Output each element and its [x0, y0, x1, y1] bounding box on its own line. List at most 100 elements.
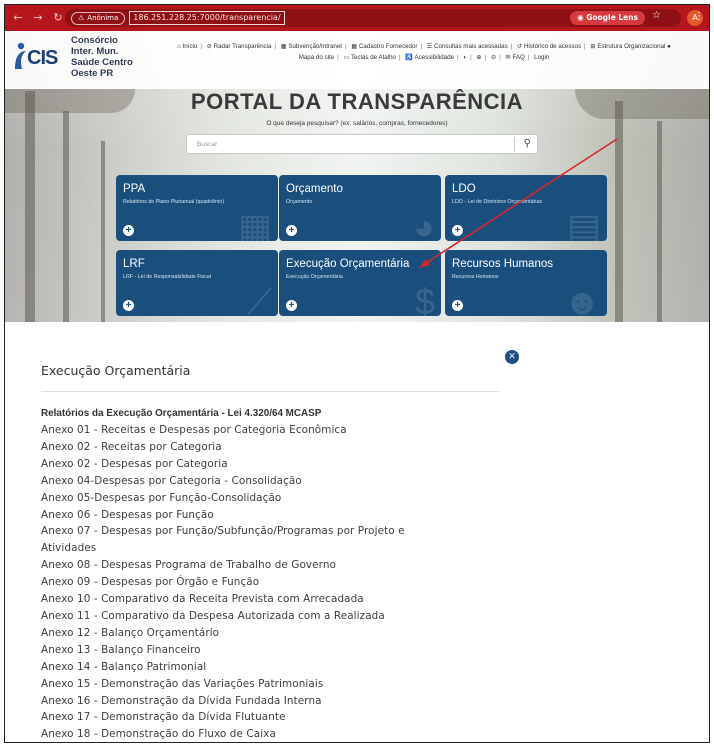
- logo-name: Consórcio Inter. Mun. Saúde Centro Oeste…: [71, 35, 151, 79]
- transparency-portal-page: CIS Consórcio Inter. Mun. Saúde Centro O…: [5, 31, 709, 322]
- logo-line: Saúde Centro: [71, 57, 133, 68]
- browser-menu-icon[interactable]: ⋮: [694, 11, 704, 22]
- lens-label: Google Lens: [586, 13, 638, 22]
- plus-icon[interactable]: +: [286, 225, 297, 236]
- card-title: PPA: [123, 183, 146, 195]
- plus-icon[interactable]: +: [452, 225, 463, 236]
- warning-icon: ⚠: [78, 13, 85, 22]
- annex-link[interactable]: Anexo 18 - Demonstração do Fluxo de Caix…: [41, 726, 481, 742]
- reload-icon[interactable]: ↻: [51, 11, 65, 25]
- modal-title: Execução Orçamentária: [41, 363, 191, 378]
- org-chart-icon: ⊞: [590, 43, 596, 50]
- card-orcamento[interactable]: Orçamento Orçamento ◕ +: [279, 175, 441, 241]
- card-title: LRF: [123, 258, 145, 270]
- annex-link[interactable]: Anexo 07 - Despesas por Função/Subfunção…: [41, 523, 481, 540]
- page-title: PORTAL DA TRANSPARÊNCIA: [190, 89, 524, 114]
- top-navigation: ⌂ Início | ⊘ Radar Transparência | ▦ Subve…: [145, 41, 703, 63]
- plus-icon[interactable]: +: [286, 300, 297, 311]
- card-ldo[interactable]: LDO LDO - Lei de Diretrizes Orçamentária…: [445, 175, 607, 241]
- nav-consultas[interactable]: Consultas mais acessadas: [434, 43, 508, 50]
- section-heading: Relatórios da Execução Orçamentária - Le…: [41, 407, 322, 419]
- annex-link[interactable]: Anexo 04-Despesas por Categoria - Consol…: [41, 473, 481, 490]
- card-subtitle: Execução Orçamentária: [286, 274, 343, 280]
- annex-link[interactable]: Anexo 15 - Demonstração das Variações Pa…: [41, 676, 481, 693]
- lens-icon: ◉: [577, 13, 587, 22]
- tree-trunk-decoration: [657, 121, 662, 322]
- card-subtitle: LRF - Lei de Responsabilidade Fiscal: [123, 274, 212, 280]
- annex-link[interactable]: Anexo 05-Despesas por Função-Consolidaçã…: [41, 490, 481, 507]
- top-nav-row-2: Mapa do site | ▭ Teclas de Atalho | ♿ Aces…: [298, 54, 550, 61]
- keyboard-icon: ▭: [343, 54, 350, 61]
- google-lens-button[interactable]: ◉ Google Lens: [570, 11, 645, 25]
- calendar-icon: ▦: [237, 206, 272, 242]
- accessibility-icon: ♿: [405, 54, 414, 61]
- annex-link[interactable]: Anexo 02 - Despesas por Categoria: [41, 456, 481, 473]
- card-title: Recursos Humanos: [452, 258, 553, 270]
- zoom-out-icon[interactable]: ⊖: [491, 54, 496, 61]
- annex-link[interactable]: Atividades: [41, 540, 481, 557]
- nav-acessibilidade[interactable]: Acessibilidade: [414, 54, 454, 61]
- card-lrf[interactable]: LRF LRF - Lei de Responsabilidade Fiscal…: [116, 250, 278, 316]
- annex-link[interactable]: Anexo 16 - Demonstração da Dívida Fundad…: [41, 693, 481, 710]
- nav-radar[interactable]: Radar Transparência: [214, 43, 272, 50]
- chat-icon: ✉: [505, 54, 511, 61]
- card-subtitle: Relatórios do Plano Plurianual (quadriên…: [123, 199, 224, 205]
- card-subtitle: Recursos Humanos: [452, 274, 499, 280]
- address-bar[interactable]: ⚠ Anônima 186.251.228.25:7000/transparen…: [65, 9, 703, 27]
- logo-mark-text: CIS: [27, 47, 58, 69]
- search-prompt: O que deseja pesquisar? (ex: salários, c…: [266, 120, 448, 127]
- list-icon: ☰: [426, 43, 433, 50]
- nav-teclas[interactable]: Teclas de Atalho: [351, 54, 396, 61]
- bookmark-star-icon[interactable]: ☆: [652, 10, 661, 21]
- search-input[interactable]: Buscar ⚲: [186, 134, 538, 154]
- plus-icon[interactable]: +: [123, 300, 134, 311]
- card-subtitle: LDO - Lei de Diretrizes Orçamentárias: [452, 199, 543, 205]
- annex-link[interactable]: Anexo 11 - Comparativo da Despesa Autori…: [41, 608, 481, 625]
- plus-icon[interactable]: +: [123, 225, 134, 236]
- nav-subvencao[interactable]: Subvenção/Intranet: [288, 43, 342, 50]
- nav-faq[interactable]: FAQ: [512, 54, 524, 61]
- annex-list: Anexo 01 - Receitas e Despesas por Categ…: [41, 422, 481, 742]
- location-pin-icon[interactable]: ●: [667, 43, 671, 50]
- line-chart-icon: ⟋: [246, 281, 272, 317]
- back-icon[interactable]: ←: [11, 11, 25, 25]
- annex-link[interactable]: Anexo 12 - Balanço Orçamentário: [41, 625, 481, 642]
- annex-link[interactable]: Anexo 08 - Despesas Programa de Trabalho…: [41, 557, 481, 574]
- forward-icon[interactable]: →: [31, 11, 45, 25]
- nav-cadastro[interactable]: Cadastro Fornecedor: [359, 43, 417, 50]
- site-logo[interactable]: CIS Consórcio Inter. Mun. Saúde Centro O…: [13, 35, 133, 91]
- annex-link[interactable]: Anexo 17 - Demonstração da Dívida Flutua…: [41, 709, 481, 726]
- search-placeholder: Buscar: [197, 141, 218, 148]
- nav-estrutura[interactable]: Estrutura Organizacional: [597, 43, 665, 50]
- nav-historico[interactable]: Histórico de acessos: [524, 43, 581, 50]
- annex-link[interactable]: Anexo 13 - Balanço Financeiro: [41, 642, 481, 659]
- annex-link[interactable]: Anexo 06 - Despesas por Função: [41, 507, 481, 524]
- nav-login[interactable]: Login: [534, 54, 549, 61]
- dollar-icon: $: [414, 281, 435, 317]
- nav-mapa[interactable]: Mapa do site: [299, 54, 334, 61]
- card-subtitle: Orçamento: [286, 199, 313, 205]
- annex-link[interactable]: Anexo 09 - Despesas por Órgão e Função: [41, 574, 481, 591]
- nav-inicio[interactable]: Início: [183, 43, 198, 50]
- incognito-label: Anônima: [87, 13, 119, 22]
- card-title: Orçamento: [286, 183, 343, 195]
- pie-chart-icon: ◕: [413, 206, 435, 242]
- annex-link[interactable]: Anexo 10 - Comparativo da Receita Previs…: [41, 591, 481, 608]
- plus-icon[interactable]: +: [452, 300, 463, 311]
- annex-link[interactable]: Anexo 02 - Receitas por Categoria: [41, 439, 481, 456]
- contrast-icon[interactable]: ◐: [463, 54, 467, 61]
- top-nav-row-1: ⌂ Início | ⊘ Radar Transparência | ▦ Subve…: [177, 43, 671, 50]
- card-title: LDO: [452, 183, 476, 195]
- modal-close-button[interactable]: ✕: [505, 350, 519, 364]
- incognito-badge[interactable]: ⚠ Anônima: [71, 11, 126, 25]
- card-recursos-humanos[interactable]: Recursos Humanos Recursos Humanos ☻ +: [445, 250, 607, 316]
- search-icon[interactable]: ⚲: [524, 138, 531, 149]
- card-execucao-orcamentaria[interactable]: Execução Orçamentária Execução Orçamentá…: [279, 250, 441, 316]
- zoom-in-icon[interactable]: ⊕: [476, 54, 481, 61]
- annex-link[interactable]: Anexo 14 - Balanço Patrimonial: [41, 659, 481, 676]
- annex-link[interactable]: Anexo 01 - Receitas e Despesas por Categ…: [41, 422, 481, 439]
- tree-trunk-decoration: [615, 101, 623, 322]
- card-ppa[interactable]: PPA Relatórios do Plano Plurianual (quad…: [116, 175, 278, 241]
- url-text[interactable]: 186.251.228.25:7000/transparencia/: [129, 11, 285, 25]
- radar-icon: ⊘: [206, 43, 212, 50]
